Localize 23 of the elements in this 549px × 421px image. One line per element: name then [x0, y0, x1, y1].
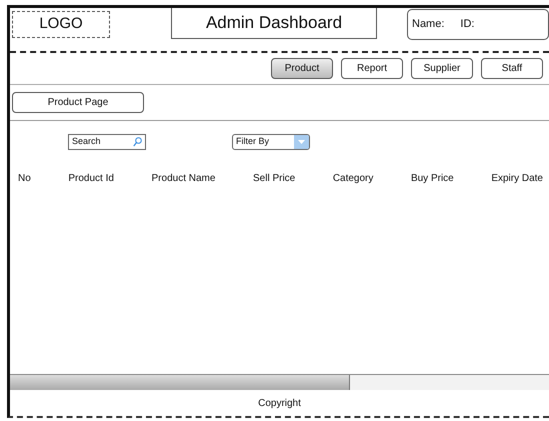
search-field[interactable]: Search [68, 134, 146, 150]
nav-tab[interactable]: Staff [481, 58, 543, 79]
horizontal-scrollbar[interactable] [10, 374, 549, 390]
nav-tab[interactable]: Report [341, 58, 403, 79]
user-field-label: ID: [460, 17, 474, 32]
nav-tab[interactable]: Product [271, 58, 333, 79]
logo: LOGO [12, 11, 110, 38]
search-icon [133, 137, 142, 147]
dashboard-title: Admin Dashboard [171, 8, 377, 39]
filter-dropdown[interactable]: Filter By [232, 134, 310, 150]
column-header: Expiry Date [491, 172, 543, 186]
column-header: No [18, 172, 31, 186]
user-field-label: Name: [412, 17, 444, 32]
column-header: Product Id [68, 172, 114, 186]
scrollbar-thumb[interactable] [10, 375, 350, 390]
product-page-button[interactable]: Product Page [12, 92, 144, 113]
column-header: Buy Price [410, 172, 454, 186]
nav-tab[interactable]: Supplier [411, 58, 473, 79]
column-header: Sell Price [253, 172, 296, 186]
column-header: Product Name [152, 172, 216, 186]
copyright-text: Copyright [258, 396, 301, 410]
column-header: Category [332, 172, 374, 186]
caret-icon [298, 140, 305, 144]
